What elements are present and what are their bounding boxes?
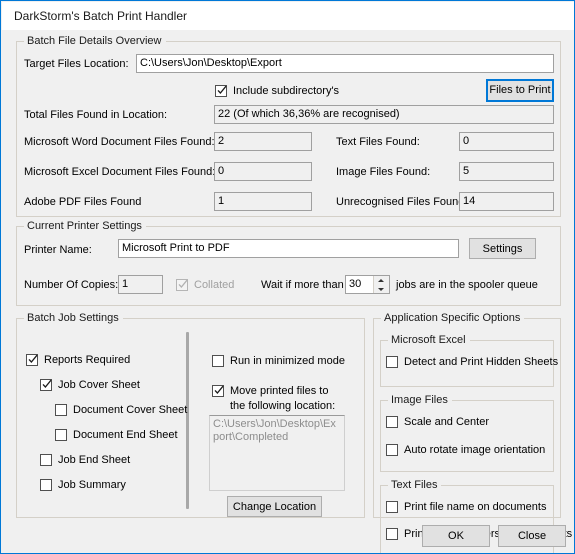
- check-icon: [178, 278, 188, 290]
- number-of-copies-label: Number Of Copies:: [24, 279, 119, 291]
- text-files-found-label: Text Files Found:: [336, 136, 420, 148]
- word-files-found-label: Microsoft Word Document Files Found:: [24, 136, 215, 148]
- move-printed-files-label-line2: the following location:: [230, 400, 336, 412]
- job-summary-label: Job Summary: [58, 479, 126, 491]
- files-to-print-button[interactable]: Files to Print: [486, 79, 554, 102]
- window-title: DarkStorm's Batch Print Handler: [14, 9, 188, 23]
- batch-job-settings-divider: [186, 332, 189, 509]
- include-subdirectories-label: Include subdirectory's: [233, 85, 340, 97]
- stepper-buttons[interactable]: [373, 276, 389, 293]
- image-files-found-value: 5: [459, 162, 554, 181]
- target-files-location-input[interactable]: C:\Users\Jon\Desktop\Export: [136, 54, 554, 73]
- excel-options-legend: Microsoft Excel: [388, 334, 470, 346]
- checkbox-box: [40, 379, 52, 391]
- printer-settings-legend: Current Printer Settings: [24, 220, 146, 232]
- pdf-files-found-label: Adobe PDF Files Found: [24, 196, 142, 208]
- checkbox-box: [26, 354, 38, 366]
- pdf-files-found-value: 1: [214, 192, 312, 211]
- spooler-queue-threshold-stepper[interactable]: 30: [345, 275, 390, 294]
- checkbox-box: [386, 528, 398, 540]
- checkbox-box: [55, 404, 67, 416]
- checkbox-box: [176, 279, 188, 291]
- batch-file-details-legend: Batch File Details Overview: [24, 35, 166, 47]
- checkbox-box: [212, 355, 224, 367]
- job-end-sheet-label: Job End Sheet: [58, 454, 131, 466]
- text-options-legend: Text Files: [388, 479, 442, 491]
- run-minimized-label: Run in minimized mode: [230, 355, 345, 367]
- target-files-location-label: Target Files Location:: [24, 58, 129, 70]
- check-icon: [42, 378, 52, 390]
- ok-button[interactable]: OK: [422, 525, 490, 547]
- auto-rotate-image-label: Auto rotate image orientation: [404, 444, 546, 456]
- job-cover-sheet-label: Job Cover Sheet: [58, 379, 140, 391]
- checkbox-box: [55, 429, 67, 441]
- document-cover-sheet-label: Document Cover Sheet: [73, 404, 188, 416]
- unrecognised-files-found-label: Unrecognised Files Found:: [336, 196, 468, 208]
- printer-name-input[interactable]: Microsoft Print to PDF: [118, 239, 459, 258]
- print-file-name-label: Print file name on documents: [404, 501, 547, 513]
- checkbox-box: [212, 385, 224, 397]
- checkbox-box: [386, 416, 398, 428]
- close-button[interactable]: Close: [498, 525, 566, 547]
- checkbox-box: [386, 356, 398, 368]
- document-end-sheet-label: Document End Sheet: [73, 429, 178, 441]
- printer-settings-button[interactable]: Settings: [469, 238, 536, 259]
- image-options-legend: Image Files: [388, 394, 452, 406]
- total-files-found-label: Total Files Found in Location:: [24, 109, 168, 121]
- application-specific-options-legend: Application Specific Options: [381, 312, 525, 324]
- image-files-found-label: Image Files Found:: [336, 166, 431, 178]
- total-files-found-value: 22 (Of which 36,36% are recognised): [214, 105, 554, 124]
- title-bar: DarkStorm's Batch Print Handler: [2, 2, 574, 30]
- move-destination-path: C:\Users\Jon\Desktop\Export\Completed: [209, 415, 345, 491]
- stepper-down-icon[interactable]: [374, 285, 389, 293]
- check-icon: [217, 84, 227, 96]
- wait-suffix-label: jobs are in the spooler queue: [396, 279, 538, 291]
- checkbox-box: [40, 454, 52, 466]
- app-window: DarkStorm's Batch Print Handler Batch Fi…: [0, 0, 575, 554]
- spooler-queue-threshold-value: 30: [349, 278, 362, 290]
- check-icon: [28, 353, 38, 365]
- batch-job-settings-legend: Batch Job Settings: [24, 312, 123, 324]
- reports-required-label: Reports Required: [44, 354, 131, 366]
- checkbox-box: [386, 444, 398, 456]
- move-printed-files-label: Move printed files to: [230, 385, 329, 397]
- number-of-copies-input[interactable]: 1: [118, 275, 163, 294]
- excel-files-found-value: 0: [214, 162, 312, 181]
- checkbox-box: [215, 85, 227, 97]
- text-files-found-value: 0: [459, 132, 554, 151]
- unrecognised-files-found-value: 14: [459, 192, 554, 211]
- image-options-group: Image Files: [380, 394, 554, 472]
- collated-label: Collated: [194, 279, 235, 291]
- wait-prefix-label: Wait if more than: [261, 279, 344, 291]
- change-location-button[interactable]: Change Location: [227, 496, 322, 517]
- dialog-client-area: Batch File Details Overview Target Files…: [2, 30, 574, 553]
- detect-hidden-sheets-label: Detect and Print Hidden Sheets: [404, 356, 559, 368]
- stepper-up-icon[interactable]: [374, 276, 389, 284]
- excel-files-found-label: Microsoft Excel Document Files Found:: [24, 166, 216, 178]
- checkbox-box: [40, 479, 52, 491]
- check-icon: [214, 384, 224, 396]
- checkbox-box: [386, 501, 398, 513]
- word-files-found-value: 2: [214, 132, 312, 151]
- scale-and-center-label: Scale and Center: [404, 416, 489, 428]
- printer-name-label: Printer Name:: [24, 244, 92, 256]
